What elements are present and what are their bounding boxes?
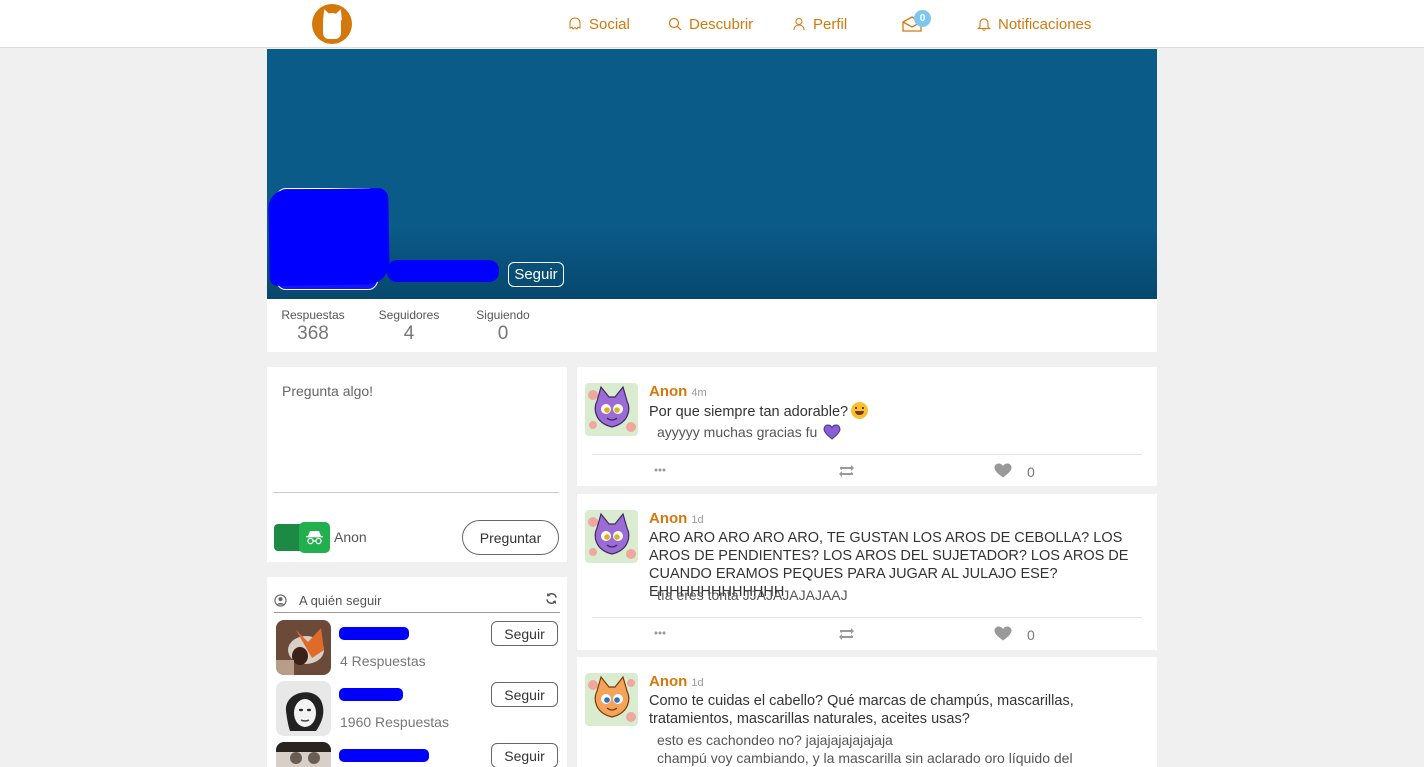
answer-text: esto es cachondeo no? jajajajajajajaja <box>657 732 893 748</box>
stat-followers[interactable]: Seguidores 4 <box>377 308 441 345</box>
ask-box: Anon Preguntar <box>267 367 567 562</box>
grin-emoji-icon <box>851 402 869 419</box>
answer-time: 1d <box>691 677 704 689</box>
more-dots-icon[interactable] <box>654 468 666 472</box>
top-nav: Social Descubrir Perfil 0 Notificaciones <box>0 0 1424 48</box>
answer-author[interactable]: Anon 1d <box>649 673 704 690</box>
suggestion-avatar[interactable] <box>276 681 331 736</box>
nav-profile[interactable]: Perfil <box>792 14 847 34</box>
nav-social[interactable]: Social <box>568 14 630 34</box>
search-icon <box>668 17 682 31</box>
who-to-follow-title: A quién seguir <box>299 593 382 608</box>
nav-social-label: Social <box>589 15 630 33</box>
ask-submit-button[interactable]: Preguntar <box>462 520 559 555</box>
author-name: Anon <box>649 383 688 400</box>
suggestion-answer-count: 4 Respuestas <box>340 653 426 669</box>
question-text-value: Por que siempre tan adorable? <box>649 404 849 420</box>
redacted-suggestion-name[interactable] <box>339 749 429 762</box>
more-dots-icon[interactable] <box>654 631 666 635</box>
redacted-suggestion-name[interactable] <box>339 688 403 701</box>
nav-profile-label: Perfil <box>813 15 848 33</box>
anon-incognito-icon <box>299 522 330 553</box>
answer-card: Anon 4m Por que siempre tan adorable? ayy… <box>577 367 1157 486</box>
stat-label: Siguiendo <box>476 308 530 322</box>
answer-actions: 0 <box>592 454 1142 486</box>
question-text: Por que siempre tan adorable? <box>649 402 1144 421</box>
inbox-count-badge: 0 <box>914 10 931 27</box>
stat-answers[interactable]: Respuestas 368 <box>281 308 345 345</box>
anon-avatar[interactable] <box>585 510 638 563</box>
repost-icon[interactable] <box>838 464 855 478</box>
author-name: Anon <box>649 510 688 527</box>
answer-time: 1d <box>691 514 704 526</box>
answer-author[interactable]: Anon 4m <box>649 383 707 400</box>
purple-heart-icon <box>823 424 841 440</box>
suggestion-follow-button[interactable]: Seguir <box>491 682 558 707</box>
suggestion-item: Seguir <box>275 742 559 767</box>
heart-icon[interactable] <box>994 463 1012 478</box>
anon-avatar[interactable] <box>585 673 638 726</box>
refresh-icon[interactable] <box>545 592 558 605</box>
profile-stats: Respuestas 368 Seguidores 4 Siguiendo 0 <box>267 299 1157 352</box>
stat-value: 368 <box>297 323 329 344</box>
stat-value: 0 <box>497 323 509 344</box>
stat-following[interactable]: Siguiendo 0 <box>472 308 534 345</box>
author-name: Anon <box>649 673 688 690</box>
anon-avatar[interactable] <box>585 383 638 436</box>
profile-cover: Seguir <box>267 49 1157 299</box>
who-to-follow-header: A quién seguir <box>274 589 560 613</box>
answer-text-continued: champú voy cambiando, y la mascarilla si… <box>657 750 1073 766</box>
stat-label: Seguidores <box>378 308 440 322</box>
stat-label: Respuestas <box>281 308 345 322</box>
suggestion-follow-button[interactable]: Seguir <box>491 743 558 767</box>
nav-discover-label: Descubrir <box>689 15 754 33</box>
answer-actions: 0 <box>592 617 1142 649</box>
social-icon <box>569 17 581 30</box>
user-circle-icon <box>274 594 287 607</box>
redacted-suggestion-name[interactable] <box>339 627 409 640</box>
logo-icon[interactable] <box>312 4 352 44</box>
user-icon <box>793 18 805 31</box>
like-count: 0 <box>1027 464 1035 480</box>
redacted-avatar <box>268 187 390 287</box>
answer-text-value: ayyyyy muchas gracias fu <box>657 424 818 440</box>
answer-text: ayyyyy muchas gracias fu <box>657 423 1127 441</box>
suggestion-avatar[interactable] <box>276 742 331 767</box>
answer-card: Anon 1d ARO ARO ARO ARO ARO, TE GUSTAN LO… <box>577 494 1157 650</box>
repost-icon[interactable] <box>838 627 855 641</box>
heart-icon[interactable] <box>994 626 1012 641</box>
answer-text: tía eres tonta JJAJAJAJAJAAJ <box>657 587 848 603</box>
nav-discover[interactable]: Descubrir <box>668 14 753 34</box>
anon-label: Anon <box>334 529 367 545</box>
suggestion-item: 1960 Respuestas Seguir <box>275 681 559 737</box>
question-text: Como te cuidas el cabello? Qué marcas de… <box>649 693 1074 727</box>
follow-button[interactable]: Seguir <box>508 262 564 287</box>
bell-icon <box>977 18 991 31</box>
answer-card: Anon 1d Como te cuidas el cabello? Qué ma… <box>577 657 1157 767</box>
nav-notifications-label: Notificaciones <box>998 15 1092 33</box>
suggestion-avatar[interactable] <box>276 620 331 675</box>
who-to-follow-panel: A quién seguir 4 Respuestas Seguir 1960 … <box>267 577 567 767</box>
answer-time: 4m <box>691 387 707 399</box>
like-count: 0 <box>1027 627 1035 643</box>
answer-author[interactable]: Anon 1d <box>649 510 704 527</box>
question-input[interactable] <box>273 373 559 493</box>
suggestion-answer-count: 1960 Respuestas <box>340 714 449 730</box>
stat-value: 4 <box>403 323 415 344</box>
redacted-username <box>387 260 499 282</box>
suggestion-item: 4 Respuestas Seguir <box>275 620 559 676</box>
anon-toggle[interactable] <box>274 522 330 553</box>
suggestion-follow-button[interactable]: Seguir <box>491 621 558 646</box>
nav-notifications[interactable]: Notificaciones <box>977 14 1091 34</box>
nav-inbox[interactable]: 0 <box>902 10 931 34</box>
